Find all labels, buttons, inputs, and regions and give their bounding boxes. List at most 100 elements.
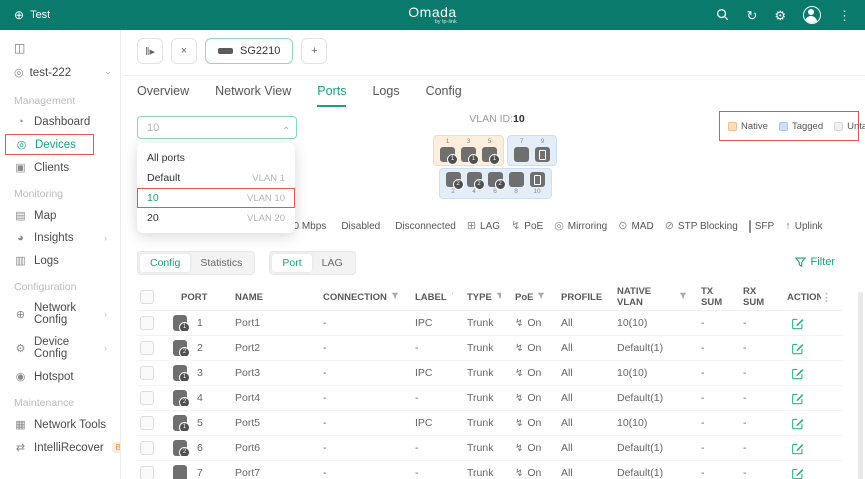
poe-bolt-icon: ↯ <box>515 343 523 354</box>
vlan-option-all-ports[interactable]: All ports <box>137 148 295 168</box>
profile-cell: All <box>547 417 603 429</box>
action-cell <box>773 342 821 355</box>
diagram-port-10[interactable]: 10 <box>527 171 548 196</box>
add-device-tab-button[interactable]: + <box>301 38 327 64</box>
close-device-tab-button[interactable]: × <box>171 38 197 64</box>
connection-cell: - <box>309 342 401 354</box>
diagram-port-3[interactable]: 31 <box>458 138 479 163</box>
profile-value: All <box>561 367 573 379</box>
edit-port-button[interactable] <box>791 442 804 455</box>
device-tab-sg2210[interactable]: SG2210 <box>205 38 293 64</box>
edit-port-button[interactable] <box>791 317 804 330</box>
native-vlan-cell: 10(10) <box>603 417 687 429</box>
diagram-port-9[interactable]: 9 <box>532 138 553 163</box>
sidebar-item-network-config[interactable]: ⊕Network Config› <box>0 297 120 331</box>
sidebar-collapse-button[interactable]: ◫ <box>0 36 120 59</box>
vlan-option-10[interactable]: 10VLAN 10 <box>137 188 295 208</box>
untagged-swatch-icon <box>834 122 843 131</box>
sidebar-item-intellirecover[interactable]: ⇄IntelliRecoverBETA <box>0 436 120 459</box>
poe-cell: ↯On <box>501 317 547 329</box>
row-checkbox[interactable] <box>140 416 154 430</box>
tab-ports[interactable]: Ports <box>317 84 346 107</box>
site-switcher-button[interactable]: ⊕ Test <box>14 9 50 21</box>
select-all-checkbox[interactable] <box>140 290 154 304</box>
settings-gear-icon[interactable]: ⚙ <box>774 9 786 22</box>
site-selector[interactable]: ◎ test-222 › <box>0 59 120 86</box>
sidebar-item-map[interactable]: ▤Map <box>0 204 120 227</box>
row-checkbox[interactable] <box>140 466 154 479</box>
port-square: 1 <box>440 147 455 162</box>
row-checkbox[interactable] <box>140 441 154 455</box>
column-label: PoE <box>515 292 533 303</box>
sidebar-section-label-management: Management <box>0 86 120 111</box>
sidebar-item-dashboard[interactable]: ◔Dashboard <box>0 111 120 133</box>
edit-port-button[interactable] <box>791 392 804 405</box>
edit-port-button[interactable] <box>791 367 804 380</box>
expand-panel-button[interactable]: ‖▸ <box>137 38 163 64</box>
toggle-port[interactable]: Port <box>272 254 311 272</box>
diagram-port-2[interactable]: 22 <box>443 171 464 196</box>
sidebar-item-devices[interactable]: ◎Devices <box>5 134 94 155</box>
edit-port-button[interactable] <box>791 467 804 479</box>
tx-sum-value: - <box>701 442 705 454</box>
native-vlan-value: Default(1) <box>617 342 663 354</box>
action-cell <box>773 367 821 380</box>
tab-logs[interactable]: Logs <box>372 84 399 107</box>
connection-cell: - <box>309 317 401 329</box>
toggle-config[interactable]: Config <box>140 254 190 272</box>
sidebar-item-label: IntelliRecover <box>34 442 104 454</box>
sidebar-item-device-config[interactable]: ⚙Device Config› <box>0 331 120 365</box>
diagram-port-8[interactable]: 8 <box>506 171 527 196</box>
sidebar-item-logs[interactable]: ▥Logs <box>0 249 120 272</box>
toggle-statistics[interactable]: Statistics <box>190 254 252 272</box>
user-avatar[interactable] <box>803 6 821 24</box>
column-filter-icon[interactable] <box>537 292 545 303</box>
tab-network-view[interactable]: Network View <box>215 84 291 107</box>
more-menu-icon[interactable]: ⋮ <box>838 9 851 22</box>
sidebar-item-hotspot[interactable]: ◉Hotspot <box>0 365 120 388</box>
filter-button[interactable]: Filter <box>795 256 835 268</box>
row-checkbox[interactable] <box>140 341 154 355</box>
refresh-icon[interactable]: ↻ <box>746 9 757 22</box>
edit-port-button[interactable] <box>791 417 804 430</box>
rx-sum-value: - <box>743 467 747 479</box>
tx-sum-value: - <box>701 317 705 329</box>
column-filter-icon[interactable] <box>391 292 399 303</box>
search-icon[interactable] <box>716 8 729 23</box>
vlan-option-20[interactable]: 20VLAN 20 <box>137 208 295 228</box>
table-toolbar: ConfigStatistics PortLAG <box>137 251 356 275</box>
vlan-select-input[interactable]: 10 › <box>137 116 297 139</box>
table-row-port-3: 13Port3-IPCTrunk↯OnAll10(10)-- <box>137 361 843 386</box>
scrollbar-thumb[interactable] <box>858 292 863 479</box>
hotspot-icon: ◉ <box>14 370 27 383</box>
diagram-port-4[interactable]: 24 <box>464 171 485 196</box>
tab-overview[interactable]: Overview <box>137 84 189 107</box>
diagram-port-1[interactable]: 11 <box>437 138 458 163</box>
port-square: 1 <box>482 147 497 162</box>
port-number-label: 10 <box>533 188 540 196</box>
edit-port-button[interactable] <box>791 342 804 355</box>
port-name-cell: Port7 <box>221 467 309 479</box>
action-cell <box>773 467 821 479</box>
sidebar-item-label: Device Config <box>34 336 97 360</box>
toggle-lag[interactable]: LAG <box>312 254 353 272</box>
sidebar-item-clients[interactable]: ▣Clients <box>0 156 120 179</box>
vlan-option-default[interactable]: DefaultVLAN 1 <box>137 168 295 188</box>
rx-sum-cell: - <box>729 342 773 354</box>
row-checkbox[interactable] <box>140 366 154 380</box>
sidebar-item-insights[interactable]: ◕Insights› <box>0 227 120 249</box>
diagram-port-5[interactable]: 51 <box>479 138 500 163</box>
diagram-port-7[interactable]: 7 <box>511 138 532 163</box>
mirroring-icon: ◎ <box>554 221 564 232</box>
tab-config[interactable]: Config <box>426 84 462 107</box>
row-checkbox[interactable] <box>140 316 154 330</box>
column-filter-icon[interactable] <box>679 292 687 303</box>
stp-blocking-icon: ⊘ <box>665 221 674 232</box>
legend-label: PoE <box>524 221 543 232</box>
port-icon: 2 <box>173 340 187 356</box>
diagram-port-6[interactable]: 26 <box>485 171 506 196</box>
row-checkbox[interactable] <box>140 391 154 405</box>
sidebar-item-network-tools[interactable]: ▦Network Tools <box>0 413 120 436</box>
column-settings-icon[interactable]: ⋮ <box>821 291 832 304</box>
column-header-connection: CONNECTION <box>309 292 401 303</box>
